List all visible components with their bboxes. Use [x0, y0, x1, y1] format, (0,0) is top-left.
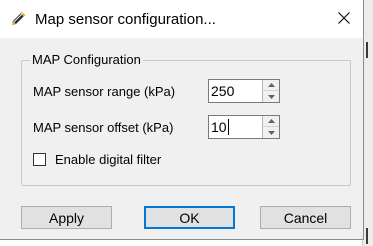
offset-spin-down-button[interactable] — [263, 127, 279, 138]
range-spin-buttons — [262, 80, 279, 102]
range-label: MAP sensor range (kPa) — [33, 84, 176, 99]
apply-button[interactable]: Apply — [21, 206, 112, 229]
cancel-button-label: Cancel — [283, 209, 328, 226]
group-legend: MAP Configuration — [30, 52, 143, 68]
offset-value[interactable]: 10 — [211, 119, 227, 135]
ok-button[interactable]: OK — [144, 206, 235, 229]
arrow-up-icon — [267, 83, 275, 87]
pencil-icon — [9, 10, 27, 28]
window-title: Map sensor configuration... — [35, 11, 216, 28]
cancel-button[interactable]: Cancel — [260, 206, 351, 229]
close-button[interactable] — [326, 4, 362, 34]
background-tick-mark — [366, 42, 368, 58]
offset-spinbox[interactable]: 10 — [208, 115, 280, 139]
offset-label: MAP sensor offset (kPa) — [33, 120, 174, 135]
background-tick-mark — [366, 228, 368, 244]
range-value[interactable]: 250 — [211, 83, 234, 99]
apply-button-label: Apply — [48, 209, 85, 226]
arrow-down-icon — [267, 130, 275, 135]
digital-filter-label[interactable]: Enable digital filter — [55, 152, 161, 168]
range-spinbox[interactable]: 250 — [208, 79, 280, 103]
title-bar[interactable]: Map sensor configuration... — [0, 0, 363, 38]
ok-button-label: OK — [179, 209, 200, 226]
close-icon — [338, 11, 350, 27]
arrow-up-icon — [267, 119, 275, 123]
text-cursor — [228, 119, 229, 135]
map-sensor-dialog: Map sensor configuration... MAP Configur… — [0, 0, 364, 240]
offset-spin-buttons — [262, 116, 279, 138]
arrow-down-icon — [267, 94, 275, 99]
range-spin-up-button[interactable] — [263, 80, 279, 91]
digital-filter-checkbox[interactable] — [33, 153, 46, 166]
range-spin-down-button[interactable] — [263, 91, 279, 102]
offset-spin-up-button[interactable] — [263, 116, 279, 127]
